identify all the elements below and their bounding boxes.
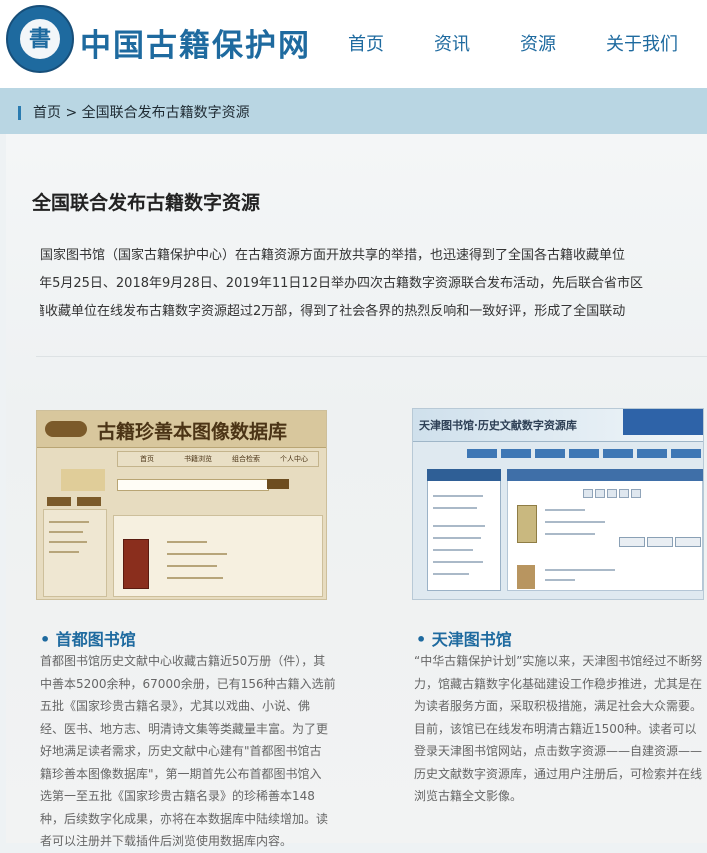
screenshot-text-line [433, 537, 481, 539]
nav-resources[interactable]: 资源 [520, 30, 556, 56]
screenshot-header: 天津图书馆·历史文献数字资源库 [413, 409, 703, 442]
section-divider [36, 356, 707, 357]
screenshot-nav-button [671, 449, 701, 458]
intro-line: 2017年5月25日、2018年9月28日、2019年11日12日举办四次古籍数… [40, 276, 643, 291]
screenshot-button [77, 497, 101, 506]
screenshot-header: 古籍珍善本图像数据库 [37, 411, 326, 448]
screenshot-nav-button [467, 449, 497, 458]
desc-line: 登录天津图书馆网站，点击数字资源——自建资源—— [414, 744, 703, 758]
capital-library-screenshot[interactable]: 古籍珍善本图像数据库 首页 书籍浏览 组合检索 个人中心 [36, 410, 327, 600]
site-header: 書 中国古籍保护网 首页 资讯 资源 关于我们 [0, 0, 707, 88]
library-title-tianjin[interactable]: • 天津图书馆 [416, 626, 512, 650]
screenshot-book-cover [517, 505, 537, 543]
screenshot-tab: 组合检索 [232, 455, 260, 463]
desc-line: 种，后续数字化成果，亦将在本数据库中陆续增加。读 [40, 811, 329, 826]
nav-news[interactable]: 资讯 [434, 30, 470, 56]
screenshot-db-title: 天津图书馆·历史文献数字资源库 [419, 419, 577, 432]
screenshot-text-line [49, 541, 87, 543]
screenshot-text-line [49, 531, 83, 533]
nav-about[interactable]: 关于我们 [606, 30, 678, 56]
screenshot-page-cell [583, 489, 593, 498]
desc-line: 目前，该馆已在线发布明清古籍近1500种。读者可以 [414, 721, 697, 736]
desc-line: 经、医书、地方志、明清诗文集等类藏量丰富。为了更 [40, 721, 329, 736]
page-title: 全国联合发布古籍数字资源 [32, 192, 261, 214]
desc-line: 中善本5200余种，67000余册，已有156种古籍入选前 [40, 676, 336, 691]
desc-line: 首都图书馆历史文献中心收藏古籍近50万册（件），其 [40, 654, 326, 668]
desc-line: 者可以注册并下载插件后浏览使用数据库内容。 [40, 834, 293, 848]
screenshot-text-line [545, 579, 575, 581]
screenshot-nav-button [501, 449, 531, 458]
screenshot-text-line [433, 573, 469, 575]
screenshot-button [47, 497, 71, 506]
desc-line: “中华古籍保护计划”实施以来，天津图书馆经过不断努 [414, 654, 703, 668]
screenshot-text-line [167, 553, 227, 555]
screenshot-page-cell [595, 489, 605, 498]
screenshot-nav-button [535, 449, 565, 458]
intro-line: 国家图书馆（国家古籍保护中心）在古籍资源方面开放共享的举措，也迅速得到了全国各古… [40, 248, 626, 263]
screenshot-text-line [545, 569, 615, 571]
screenshot-text-line [49, 551, 79, 553]
screenshot-button [675, 537, 701, 547]
tianjin-library-screenshot[interactable]: 天津图书馆·历史文献数字资源库 [412, 408, 704, 600]
screenshot-text-line [167, 541, 207, 543]
desc-line: 籍珍善本图像数据库"，第一期首先公布首都图书馆入 [40, 766, 322, 781]
screenshot-page-cell [607, 489, 617, 498]
screenshot-text-line [167, 577, 223, 579]
library-title-capital[interactable]: • 首都图书馆 [40, 626, 136, 650]
screenshot-login-box [61, 469, 105, 491]
screenshot-button [647, 537, 673, 547]
screenshot-text-line [433, 525, 485, 527]
screenshot-text-line [433, 561, 483, 563]
nav-home[interactable]: 首页 [348, 30, 384, 56]
screenshot-tab: 书籍浏览 [184, 455, 212, 463]
screenshot-book-cover [123, 539, 149, 589]
desc-line: 浏览古籍全文影像。 [414, 789, 523, 803]
screenshot-text-line [545, 533, 595, 535]
screenshot-search-box [117, 479, 269, 491]
screenshot-nav-button [569, 449, 599, 458]
screenshot-nav-button [603, 449, 633, 458]
screenshot-logo [45, 421, 87, 437]
screenshot-db-title: 古籍珍善本图像数据库 [97, 421, 288, 443]
screenshot-page-cell [631, 489, 641, 498]
library-desc-tianjin: “中华古籍保护计划”实施以来，天津图书馆经过不断努 力，馆藏古籍数字化基础建设工… [414, 650, 702, 808]
desc-line: 历史文献数字资源库，通过用户注册后，可检索并在线 [414, 766, 703, 781]
screenshot-text-line [433, 495, 483, 497]
screenshot-nav: 首页 书籍浏览 组合检索 个人中心 [117, 451, 319, 467]
article-intro: 国家图书馆（国家古籍保护中心）在古籍资源方面开放共享的举措，也迅速得到了全国各古… [40, 242, 707, 326]
breadcrumb[interactable]: 首页 > 全国联合发布古籍数字资源 [33, 102, 250, 122]
screenshot-text-line [433, 507, 477, 509]
screenshot-tab: 首页 [140, 455, 154, 463]
screenshot-text-line [545, 521, 605, 523]
library-desc-capital: 首都图书馆历史文献中心收藏古籍近50万册（件），其 中善本5200余种，6700… [40, 650, 336, 853]
screenshot-book-cover [517, 565, 535, 589]
screenshot-button [619, 537, 645, 547]
screenshot-search-button [267, 479, 289, 489]
screenshot-text-line [545, 509, 585, 511]
screenshot-nav-button [637, 449, 667, 458]
screenshot-panel-header [427, 469, 501, 481]
breadcrumb-band: 首页 > 全国联合发布古籍数字资源 [0, 88, 707, 134]
screenshot-page-cell [619, 489, 629, 498]
desc-line: 好地满足读者需求，历史文献中心建有"首都图书馆古 [40, 744, 322, 758]
screenshot-text-line [167, 565, 217, 567]
screenshot-text-line [433, 549, 473, 551]
desc-line: 五批《国家珍贵古籍名录》，尤其以戏曲、小说、佛 [40, 699, 311, 713]
article-content: 全国联合发布古籍数字资源 国家图书馆（国家古籍保护中心）在古籍资源方面开放共享的… [6, 134, 707, 848]
screenshot-nav [467, 449, 701, 459]
desc-line: 为读者服务方面，采取积极措施，满足社会大众需要。 [414, 699, 703, 713]
desc-line: 力，馆藏古籍数字化基础建设工作稳步推进，尤其是在 [414, 676, 703, 691]
screenshot-main-bar [507, 469, 703, 481]
breadcrumb-marker [18, 106, 21, 120]
main-nav: 首页 资讯 资源 关于我们 [0, 30, 707, 60]
screenshot-popup [623, 409, 703, 435]
screenshot-tab: 个人中心 [280, 455, 308, 463]
screenshot-text-line [49, 521, 89, 523]
intro-line: 家古籍收藏单位在线发布古籍数字资源超过2万部，得到了社会各界的热烈反响和一致好评… [40, 304, 626, 319]
desc-line: 选第一至五批《国家珍贵古籍名录》的珍稀善本148 [40, 789, 315, 803]
